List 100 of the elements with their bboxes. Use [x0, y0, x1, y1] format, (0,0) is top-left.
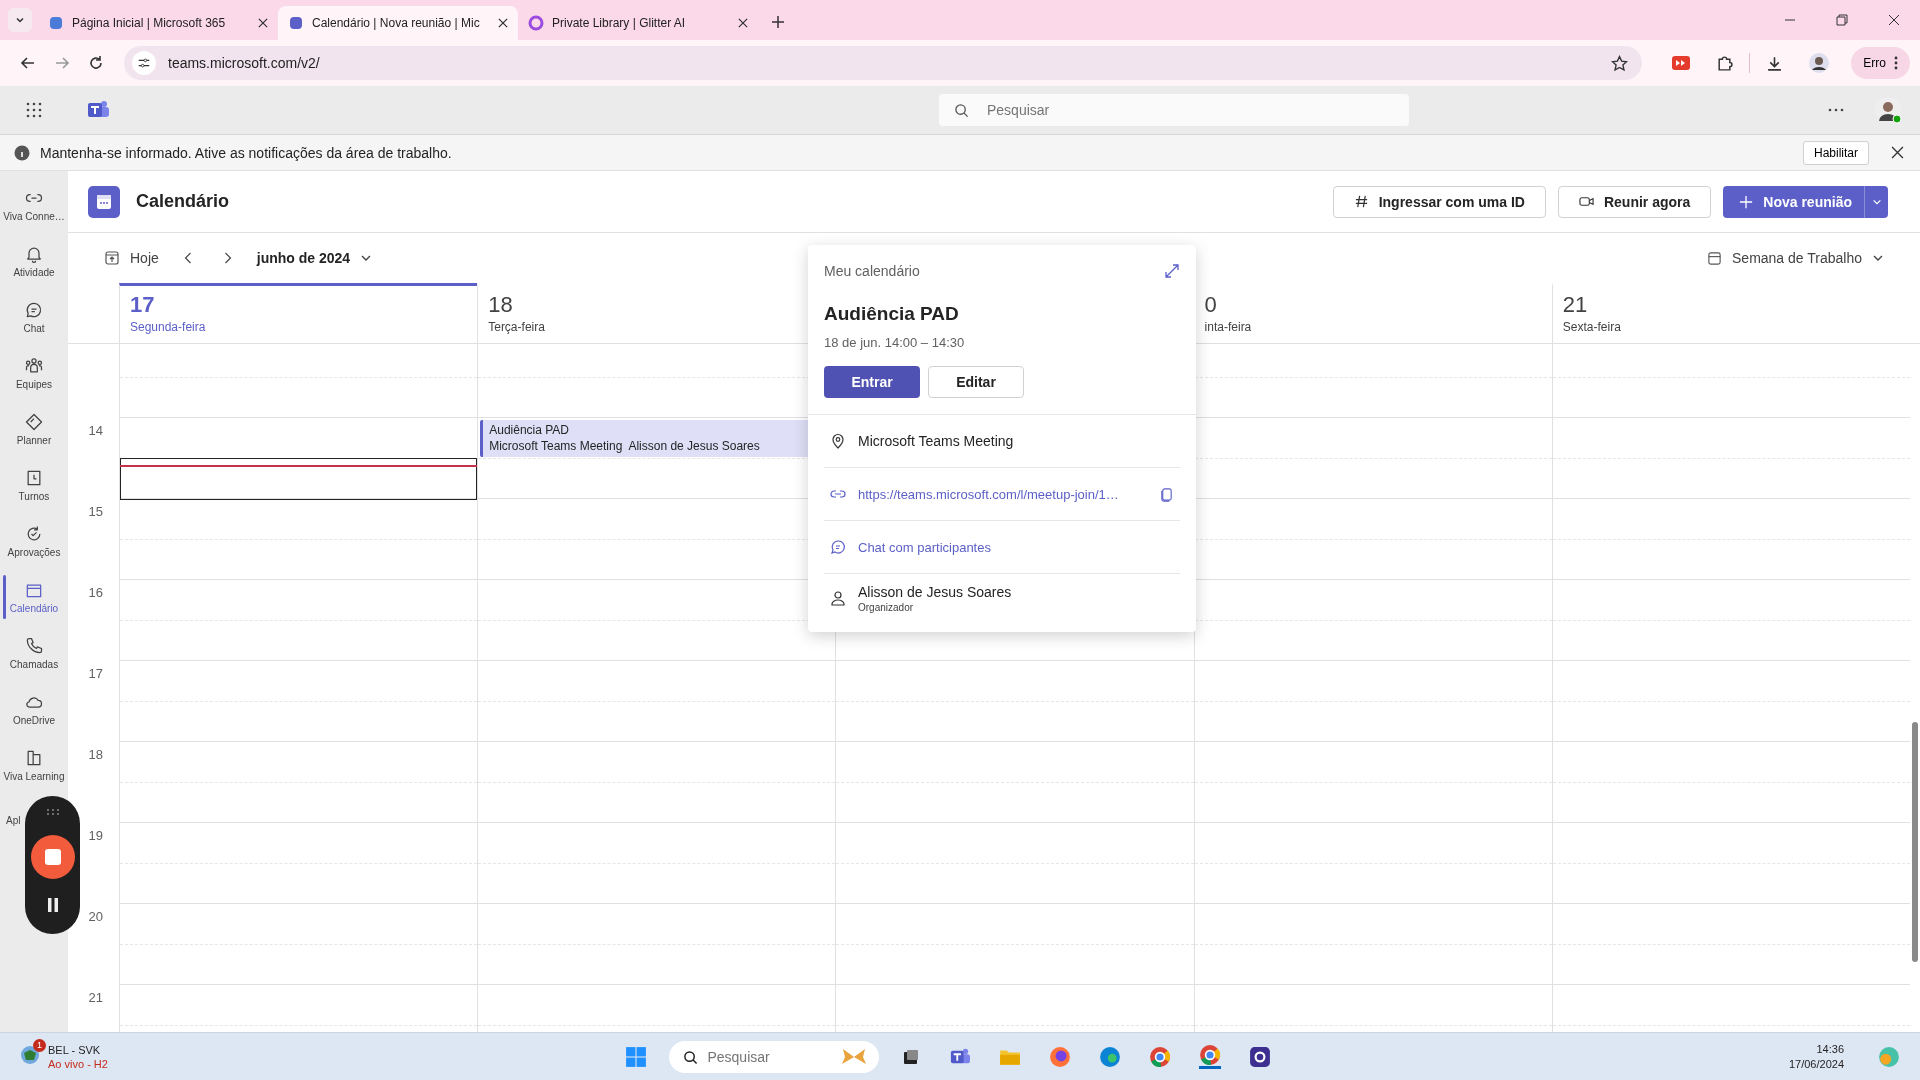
plus-icon: [1739, 194, 1754, 209]
organizer-name: Alisson de Jesus Soares: [858, 583, 1012, 600]
stop-button[interactable]: [30, 835, 75, 879]
forward-icon[interactable]: [54, 55, 70, 71]
search-field[interactable]: Pesquisar: [939, 94, 1409, 126]
day-number[interactable]: 0: [1204, 292, 1542, 318]
rail-item[interactable]: Turnos: [0, 457, 68, 513]
hour-label: 15: [88, 504, 103, 519]
weekday-label: Terça-feira: [488, 320, 546, 334]
hour-label: 17: [88, 666, 103, 681]
chat-link[interactable]: Chat com participantes: [858, 539, 991, 555]
pause-icon[interactable]: [46, 898, 59, 912]
address-field[interactable]: teams.microsoft.com/v2/: [124, 46, 1643, 80]
weekday-label: inta-feira: [1204, 320, 1253, 334]
fast-forward-icon[interactable]: [1672, 56, 1691, 70]
close-icon[interactable]: [258, 18, 268, 28]
profile-button[interactable]: Erro: [1851, 47, 1910, 79]
restore-icon[interactable]: [1836, 14, 1848, 26]
view-picker[interactable]: Semana de Trabalho: [1707, 250, 1884, 266]
close-icon[interactable]: [498, 18, 508, 28]
star-icon[interactable]: [1611, 54, 1629, 72]
calendar-cell[interactable]: [120, 417, 478, 498]
edge-icon[interactable]: [1099, 1045, 1122, 1068]
copy-icon[interactable]: [1159, 486, 1174, 502]
browser-tab[interactable]: Private Library | Glitter AI: [518, 6, 758, 40]
rail-item[interactable]: Planner: [0, 401, 68, 457]
enable-button[interactable]: Habilitar: [1803, 140, 1869, 165]
new-tab-icon[interactable]: [772, 16, 784, 28]
rail-item[interactable]: Apl: [6, 815, 21, 826]
join-button[interactable]: Entrar: [824, 366, 920, 398]
event-time: 18 de jun. 14:00 – 14:30: [824, 335, 966, 350]
rail-item[interactable]: Calendário: [0, 569, 68, 625]
back-icon[interactable]: [20, 55, 36, 71]
calendar-icon: [1707, 250, 1722, 266]
event-organizer: Alisson de Jesus Soares: [628, 439, 760, 453]
location-text: Microsoft Teams Meeting: [858, 433, 1014, 449]
today-button[interactable]: Hoje: [104, 250, 159, 266]
drag-handle-icon[interactable]: [45, 808, 60, 816]
rail-item[interactable]: Equipes: [0, 345, 68, 401]
hour-label: 21: [88, 990, 103, 1005]
rail-item[interactable]: Chat: [0, 289, 68, 345]
edit-button[interactable]: Editar: [928, 366, 1024, 398]
hash-icon: [1353, 194, 1369, 209]
chat-icon: [24, 300, 44, 320]
calendar-name: Meu calendário: [824, 263, 920, 279]
next-icon[interactable]: [222, 250, 233, 266]
phone-icon: [24, 636, 44, 656]
hour-label: 14: [88, 423, 103, 438]
new-meeting-button[interactable]: Nova reunião: [1723, 185, 1864, 218]
month-picker[interactable]: junho de 2024: [256, 250, 373, 266]
hour-label: 20: [88, 909, 103, 924]
event-title: Audiência PAD: [489, 423, 571, 437]
previous-icon[interactable]: [182, 250, 193, 266]
scrollbar[interactable]: [1912, 722, 1918, 962]
selected-time-slot[interactable]: [120, 458, 478, 500]
rail-item[interactable]: Atividade: [0, 233, 68, 289]
event-title: Audiência PAD: [824, 303, 960, 325]
close-icon[interactable]: [1888, 14, 1900, 26]
news-subtitle: Ao vivo - H2: [48, 1057, 108, 1070]
windows-start-icon[interactable]: [625, 1045, 648, 1068]
download-icon[interactable]: [1766, 54, 1784, 72]
day-number[interactable]: 21: [1562, 292, 1900, 318]
hour-label: 19: [88, 828, 103, 843]
clock-date[interactable]: 17/06/2024: [1788, 1058, 1844, 1070]
rail-item[interactable]: OneDrive: [0, 681, 68, 737]
rail-item[interactable]: Viva Learning: [0, 737, 68, 793]
search-icon: [954, 103, 969, 118]
chrome-icon[interactable]: [1149, 1045, 1172, 1068]
video-camera-icon: [1578, 194, 1594, 209]
browser-tab[interactable]: Calendário | Nova reunião | Mic: [278, 6, 518, 40]
chrome-icon[interactable]: [1199, 1044, 1222, 1069]
notification-text: Mantenha-se informado. Ative as notificações da área de trabalho.: [40, 144, 452, 161]
browser-tab[interactable]: Página Inicial | Microsoft 365: [38, 6, 278, 40]
more-icon[interactable]: [1828, 108, 1844, 112]
diamond-icon: [24, 412, 44, 432]
new-meeting-menu-button[interactable]: [1864, 185, 1888, 218]
kebab-menu-icon: [1894, 56, 1898, 70]
rail-item[interactable]: Viva Conne…: [0, 177, 68, 233]
join-with-id-button[interactable]: Ingressar com uma ID: [1332, 185, 1546, 218]
rail-item[interactable]: Aprovações: [0, 513, 68, 569]
puzzle-icon[interactable]: [1716, 54, 1734, 72]
day-number[interactable]: 17: [130, 292, 468, 318]
rail-item[interactable]: Chamadas: [0, 625, 68, 681]
avatar-icon[interactable]: [1809, 53, 1830, 73]
firefox-icon[interactable]: [1049, 1045, 1072, 1068]
clock-time[interactable]: 14:36: [1816, 1043, 1844, 1055]
site-settings-icon[interactable]: [132, 51, 156, 75]
calendar-cell[interactable]: Audiência PAD Microsoft Teams Meeting Alisson de Jesus Soares: [478, 417, 836, 498]
event-location: Microsoft Teams Meeting: [489, 439, 623, 453]
close-icon[interactable]: [738, 18, 748, 28]
app-launcher-icon[interactable]: [26, 102, 42, 118]
reload-icon[interactable]: [88, 55, 104, 71]
close-icon[interactable]: [1891, 146, 1904, 159]
notification-badge: 1: [33, 1038, 46, 1052]
app-icon[interactable]: [1249, 1045, 1272, 1068]
expand-icon[interactable]: [1164, 263, 1180, 279]
taskbar-search-field[interactable]: Pesquisar: [669, 1040, 880, 1073]
meeting-link[interactable]: https://teams.microsoft.com/l/meetup-join/1…: [858, 486, 1119, 502]
meet-now-button[interactable]: Reunir agora: [1557, 185, 1712, 218]
info-icon: [14, 144, 30, 161]
